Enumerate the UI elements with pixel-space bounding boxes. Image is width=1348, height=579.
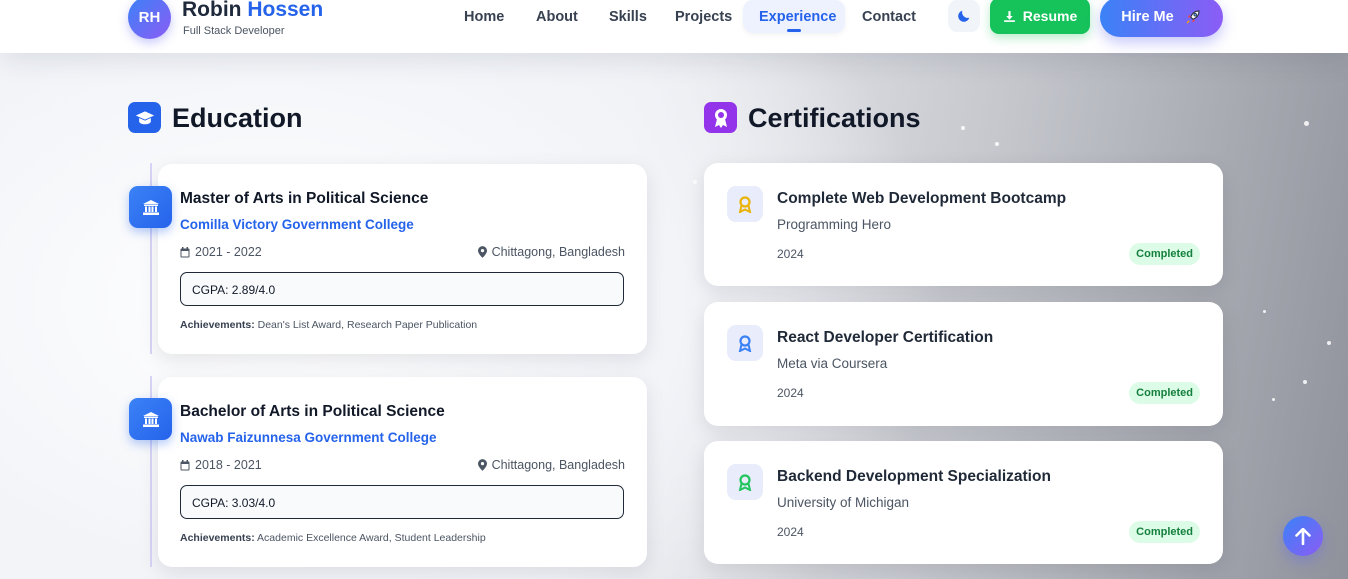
education-location-text: Chittagong, Bangladesh [491,458,625,472]
education-location-text: Chittagong, Bangladesh [491,245,625,259]
certification-issuer: Meta via Coursera [777,356,888,371]
brand-first-name: Robin [182,0,242,21]
education-degree: Bachelor of Arts in Political Science [180,403,445,420]
back-to-top-button[interactable] [1283,516,1323,556]
hire-me-button[interactable]: Hire Me [1100,0,1223,37]
map-marker-icon [477,246,487,258]
certification-card: Complete Web Development Bootcamp Progra… [704,163,1223,286]
resume-button-label: Resume [1022,8,1078,24]
certification-title: Backend Development Specialization [777,468,1051,485]
download-icon [1003,10,1015,22]
education-title: Education [172,103,303,133]
award-icon [727,464,763,500]
certification-card: Backend Development Specialization Unive… [704,441,1223,564]
nav-link-home[interactable]: Home [464,9,504,25]
status-badge: Completed [1129,521,1200,543]
brand-last-name: Hossen [247,0,324,21]
education-years: 2021 - 2022 [180,245,262,259]
certification-issuer: Programming Hero [777,217,892,232]
achievements-text: Dean's List Award, Research Paper Public… [257,319,478,331]
education-years-text: 2021 - 2022 [195,245,262,259]
education-achievements: Achievements: Dean's List Award, Researc… [180,319,477,331]
education-years-text: 2018 - 2021 [195,458,262,472]
certification-title: Complete Web Development Bootcamp [777,190,1067,207]
certification-year: 2024 [777,247,804,261]
brand-name[interactable]: Robin Hossen [182,0,323,22]
active-indicator [787,29,801,32]
nav-link-experience[interactable]: Experience [743,0,845,33]
nav-link-skills[interactable]: Skills [609,9,647,25]
certificate-icon [704,102,737,133]
status-badge: Completed [1129,382,1200,404]
education-school: Comilla Victory Government College [180,217,414,232]
education-location: Chittagong, Bangladesh [477,458,625,472]
award-icon [727,325,763,361]
nav-link-projects[interactable]: Projects [675,9,732,25]
resume-button[interactable]: Resume [990,0,1090,34]
map-marker-icon [477,459,487,471]
navbar: RH Robin Hossen Full Stack Developer Hom… [0,0,1348,53]
university-icon [129,398,172,440]
graduation-cap-icon [128,102,161,133]
certification-title: React Developer Certification [777,329,994,346]
achievements-text: Academic Excellence Award, Student Leade… [257,532,486,544]
brand-role: Full Stack Developer [183,25,285,37]
certification-year: 2024 [777,525,804,539]
cgpa-box: CGPA: 3.03/4.0 [180,485,624,519]
nav-link-about[interactable]: About [536,9,578,25]
education-card: Master of Arts in Political Science Comi… [158,164,647,354]
rocket-icon [1186,10,1200,24]
education-achievements: Achievements: Academic Excellence Award,… [180,532,486,544]
calendar-icon [180,459,190,470]
education-degree: Master of Arts in Political Science [180,190,429,207]
moon-icon [958,10,970,22]
education-years: 2018 - 2021 [180,458,262,472]
education-card: Bachelor of Arts in Political Science Na… [158,377,647,567]
achievements-label: Achievements: [180,319,255,331]
status-badge: Completed [1129,243,1200,265]
logo-avatar[interactable]: RH [128,0,171,39]
university-icon [129,186,172,228]
nav-link-experience-label: Experience [759,9,837,25]
certification-issuer: University of Michigan [777,495,910,510]
certification-year: 2024 [777,386,804,400]
calendar-icon [180,246,190,257]
certification-card: React Developer Certification Meta via C… [704,302,1223,426]
certifications-title: Certifications [748,103,921,133]
nav-link-contact[interactable]: Contact [862,9,916,25]
hire-me-label: Hire Me [1121,9,1174,25]
education-school: Nawab Faizunnesa Government College [180,430,437,445]
achievements-label: Achievements: [180,532,255,544]
cgpa-box: CGPA: 2.89/4.0 [180,272,624,306]
award-icon [727,186,763,222]
arrow-up-icon [1295,527,1311,545]
theme-toggle-button[interactable] [948,0,980,32]
education-location: Chittagong, Bangladesh [477,245,625,259]
